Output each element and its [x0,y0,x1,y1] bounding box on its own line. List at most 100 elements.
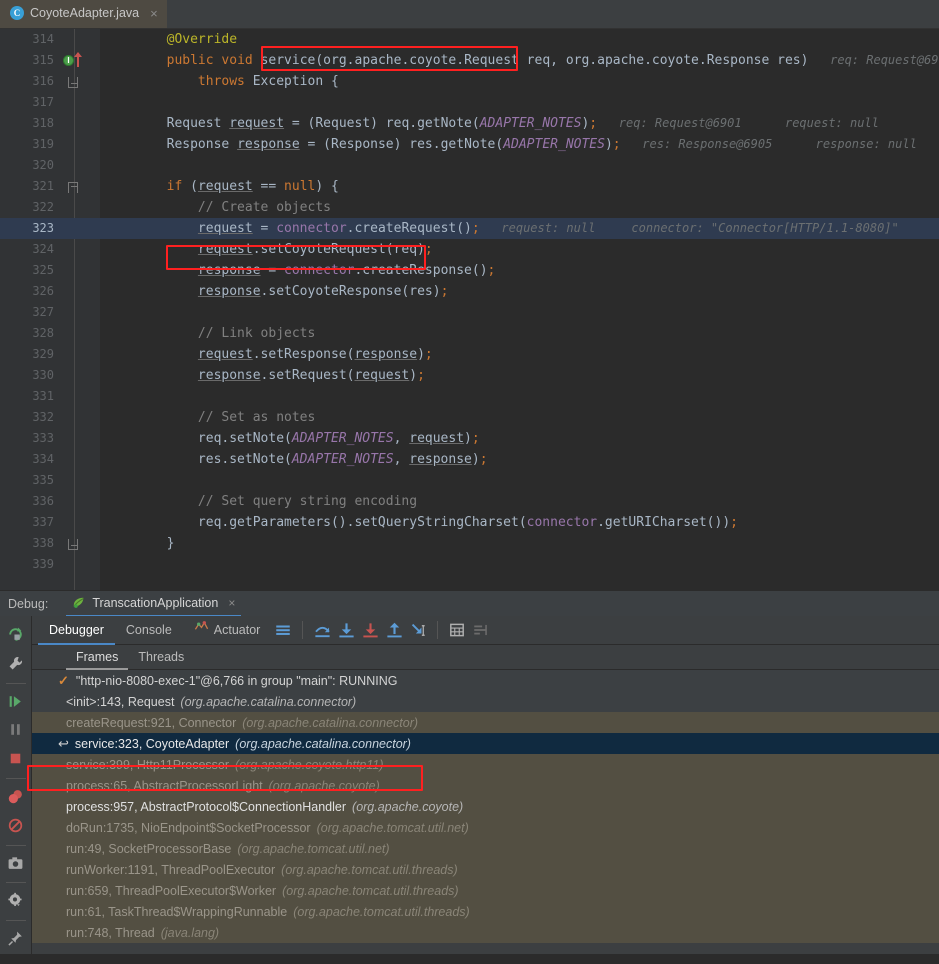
code-line[interactable]: 314 @Override [0,29,939,50]
inline-debug-value[interactable]: res: Response@6905 response: null [621,137,917,151]
code-line[interactable]: 325 response = connector.createResponse(… [0,260,939,281]
run-to-cursor-icon[interactable] [406,618,430,642]
gutter-marker[interactable] [60,407,100,428]
gutter-marker[interactable] [60,344,100,365]
gutter-marker[interactable] [60,197,100,218]
gutter-marker[interactable] [60,29,100,50]
code-line[interactable]: 339 [0,554,939,575]
settings-gear-icon[interactable] [2,887,30,914]
code-line[interactable]: 316 throws Exception { [0,71,939,92]
gutter-marker[interactable] [60,449,100,470]
code-line[interactable]: 317 [0,92,939,113]
gutter-marker[interactable] [60,92,100,113]
stop-icon[interactable] [2,745,30,772]
screenshot-icon[interactable] [2,850,30,877]
code-line[interactable]: 330 response.setRequest(request); [0,365,939,386]
mute-breakpoints-icon[interactable] [2,812,30,839]
gutter-marker[interactable] [60,428,100,449]
layout-settings-icon[interactable] [271,618,295,642]
code-line[interactable]: 326 response.setCoyoteResponse(res); [0,281,939,302]
code-line[interactable]: 328 // Link objects [0,323,939,344]
mute-breakpoints-icon[interactable] [469,618,493,642]
stack-frame-row[interactable]: run:659, ThreadPoolExecutor$Worker (org.a… [32,880,939,901]
code-fold-icon[interactable] [68,539,78,550]
tab-console[interactable]: Console [115,616,183,645]
gutter-marker[interactable] [60,512,100,533]
inline-debug-value[interactable]: req: Request@6901 request: null [597,116,879,130]
code-line[interactable]: 338 } [0,533,939,554]
gutter-marker[interactable]: I [60,50,100,71]
stack-frame-row[interactable]: service:399, Http11Processor (org.apache.… [32,754,939,775]
stack-frame-row[interactable]: run:61, TaskThread$WrappingRunnable (org.… [32,901,939,922]
code-line[interactable]: 332 // Set as notes [0,407,939,428]
gutter-marker[interactable] [60,323,100,344]
stack-frame-row[interactable]: createRequest:921, Connector (org.apache.… [32,712,939,733]
stack-frame-row[interactable]: ↩ service:323, CoyoteAdapter (org.apache.c… [32,733,939,754]
settings-wrench-icon[interactable] [2,650,30,677]
stack-frame-row[interactable]: runWorker:1191, ThreadPoolExecutor (org.a… [32,859,939,880]
code-line[interactable]: 322 // Create objects [0,197,939,218]
gutter-marker[interactable] [60,260,100,281]
pin-icon[interactable] [2,925,30,952]
code-line[interactable]: 333 req.setNote(ADAPTER_NOTES, request); [0,428,939,449]
stack-frame-row[interactable]: doRun:1735, NioEndpoint$SocketProcessor (… [32,817,939,838]
code-line[interactable]: 315 I public void service(org.apache.coyo… [0,50,939,71]
stack-frame-row[interactable]: <init>:143, Request (org.apache.catalina.… [32,691,939,712]
gutter-marker[interactable] [60,113,100,134]
editor-tab-coyoteadapter[interactable]: C CoyoteAdapter.java × [0,0,167,28]
thread-row[interactable]: ✓ "http-nio-8080-exec-1"@6,766 in group "… [32,670,939,691]
gutter-marker[interactable] [60,533,100,554]
pause-program-icon[interactable] [2,716,30,743]
gutter-marker[interactable] [60,386,100,407]
gutter-marker[interactable] [60,554,100,575]
frames-list[interactable]: ✓ "http-nio-8080-exec-1"@6,766 in group "… [32,670,939,954]
rerun-icon[interactable] [2,621,30,648]
stack-frame-row[interactable]: process:65, AbstractProcessorLight (org.a… [32,775,939,796]
code-line[interactable]: 334 res.setNote(ADAPTER_NOTES, response)… [0,449,939,470]
debug-session-tab[interactable]: TranscationApplication × [66,591,242,617]
code-line[interactable]: 335 [0,470,939,491]
view-breakpoints-icon[interactable] [2,783,30,810]
code-line[interactable]: 321 if (request == null) { [0,176,939,197]
code-line[interactable]: 324 request.setCoyoteRequest(req); [0,239,939,260]
tab-debugger[interactable]: Debugger [38,616,115,645]
code-line[interactable]: 336 // Set query string encoding [0,491,939,512]
evaluate-expression-icon[interactable] [445,618,469,642]
inline-debug-value[interactable]: request: null connector: "Connector[HTTP… [480,221,898,235]
stack-frame-row[interactable]: run:49, SocketProcessorBase (org.apache.t… [32,838,939,859]
step-out-icon[interactable] [382,618,406,642]
force-step-into-icon[interactable] [358,618,382,642]
gutter-marker[interactable] [60,239,100,260]
gutter-marker[interactable] [60,491,100,512]
code-fold-icon[interactable] [68,182,78,193]
stack-frame-row[interactable]: run:748, Thread (java.lang) [32,922,939,943]
code-line[interactable]: 329 request.setResponse(response); [0,344,939,365]
code-line[interactable]: 337 req.getParameters().setQueryStringCh… [0,512,939,533]
step-into-icon[interactable] [334,618,358,642]
gutter-marker[interactable] [60,470,100,491]
tab-actuator[interactable]: Actuator [183,616,272,645]
gutter-marker[interactable] [60,365,100,386]
resume-program-icon[interactable] [2,688,30,715]
gutter-marker[interactable] [60,176,100,197]
code-line[interactable]: 327 [0,302,939,323]
implementing-method-arrow-icon[interactable] [74,52,82,67]
step-over-icon[interactable] [310,618,334,642]
gutter-marker[interactable] [60,281,100,302]
gutter-marker[interactable] [60,71,100,92]
code-line[interactable]: 331 [0,386,939,407]
close-icon[interactable]: × [228,596,235,610]
gutter-marker[interactable] [60,134,100,155]
code-line[interactable]: 319 Response response = (Response) res.g… [0,134,939,155]
inline-debug-value[interactable]: req: Request@6901 [808,53,939,67]
tab-threads[interactable]: Threads [128,645,194,670]
code-editor[interactable]: 314 @Override 315 I public void service(or… [0,29,939,590]
gutter-marker[interactable] [60,218,100,239]
gutter-marker[interactable] [60,302,100,323]
close-icon[interactable]: × [150,7,158,20]
gutter-marker[interactable] [60,155,100,176]
stack-frame-row[interactable]: process:957, AbstractProtocol$Connection… [32,796,939,817]
code-fold-icon[interactable] [68,77,78,88]
code-line[interactable]: 323 request = connector.createRequest();… [0,218,939,239]
code-line[interactable]: 318 Request request = (Request) req.getN… [0,113,939,134]
